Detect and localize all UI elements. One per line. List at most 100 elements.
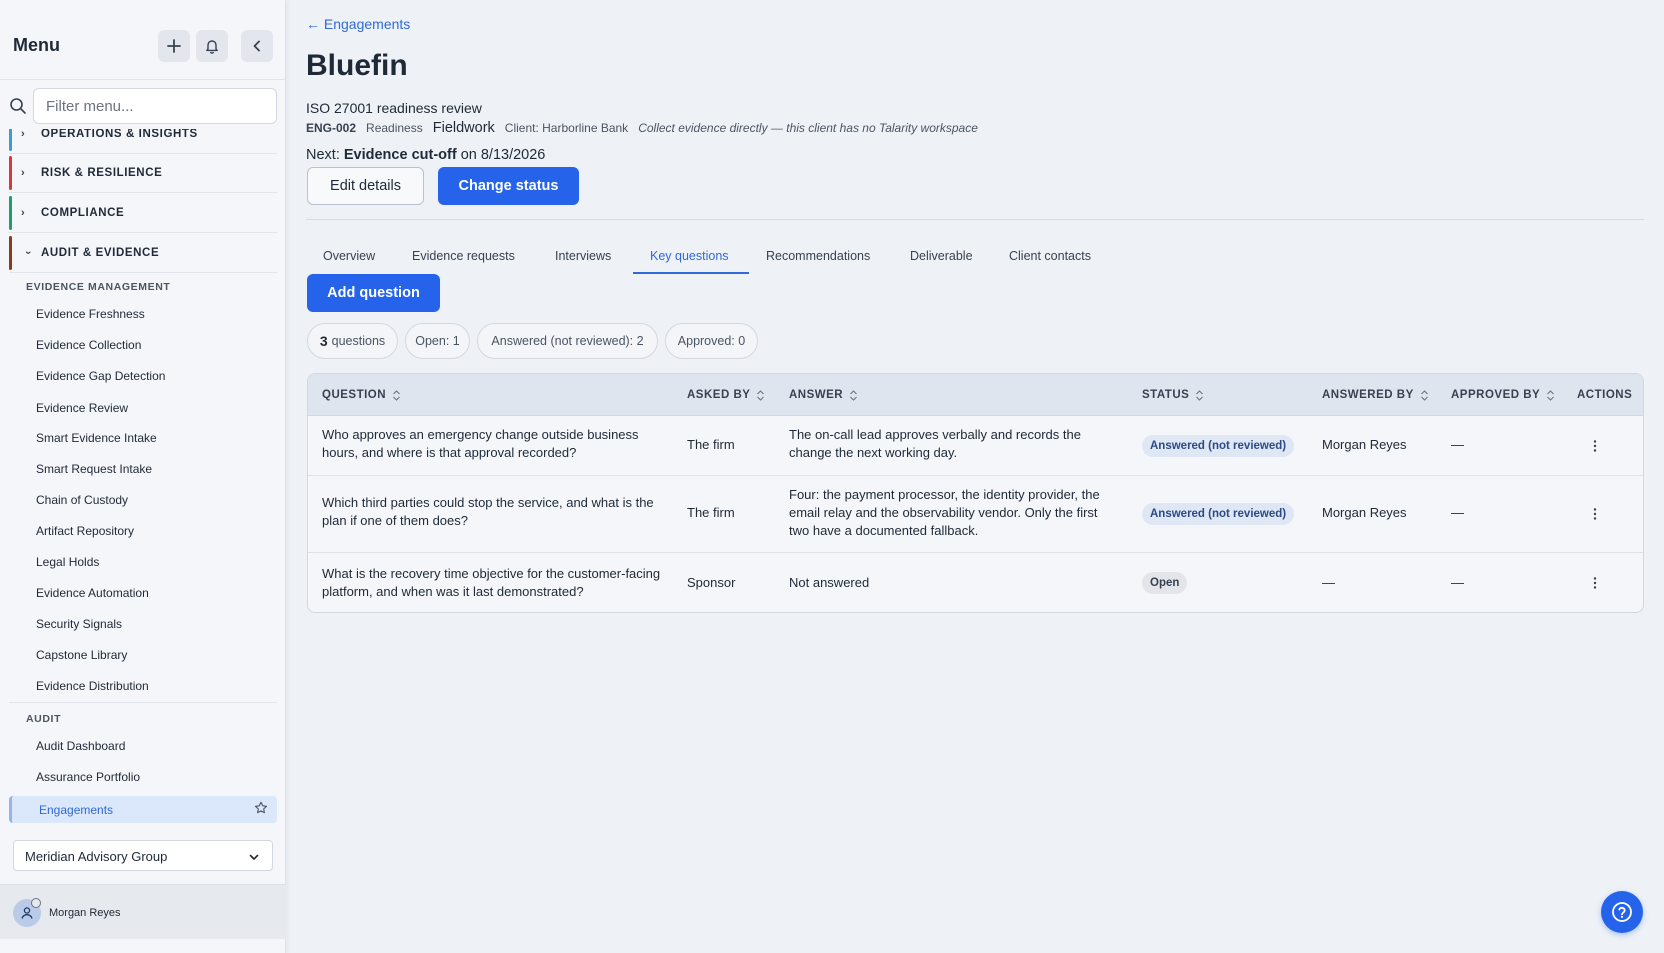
open-count-chip[interactable]: Open: 1 [405, 323, 470, 359]
section-label: AUDIT & EVIDENCE [41, 247, 160, 259]
kebab-icon[interactable] [1588, 507, 1602, 521]
nav-item-evidence-freshness[interactable]: Evidence Freshness [36, 307, 145, 321]
column-question[interactable]: QUESTION [322, 389, 401, 401]
edit-details-button[interactable]: Edit details [307, 167, 424, 205]
answered-count-chip[interactable]: Answered (not reviewed): 2 [477, 323, 658, 359]
answer-text: The on-call lead approves verbally and r… [789, 427, 1081, 460]
tab-interviews[interactable]: Interviews [555, 249, 611, 263]
answered-by: Morgan Reyes [1322, 505, 1407, 520]
table-row: Who approves an emergency change outside… [308, 416, 1643, 476]
nav-item-engagements[interactable]: Engagements [9, 796, 277, 823]
chevron-down-icon [249, 854, 259, 860]
next-milestone-event: Evidence cut-off [343, 147, 457, 163]
nav-item-evidence-review[interactable]: Evidence Review [36, 401, 128, 415]
question-text: Who approves an emergency change outside… [322, 427, 639, 460]
collapse-sidebar-button[interactable] [241, 30, 273, 62]
engagement-note: Collect evidence directly — this client … [638, 121, 978, 135]
back-to-engagements-link[interactable]: ← Engagements [306, 16, 410, 32]
column-status[interactable]: STATUS [1142, 389, 1204, 401]
nav-item-evidence-distribution[interactable]: Evidence Distribution [36, 679, 149, 693]
engagement-code: ENG-002 [306, 121, 357, 135]
nav-item-smart-evidence-intake[interactable]: Smart Evidence Intake [36, 431, 157, 445]
sort-icon [757, 389, 765, 401]
question-count-chip: 3 questions [307, 323, 398, 359]
nav-item-artifact-repository[interactable]: Artifact Repository [36, 524, 134, 538]
column-asked-by[interactable]: ASKED BY [687, 389, 765, 401]
user-footer[interactable]: Morgan Reyes [0, 884, 286, 939]
nav-item-audit-dashboard[interactable]: Audit Dashboard [36, 739, 125, 753]
section-risk-resilience[interactable]: › RISK & RESILIENCE [9, 154, 277, 193]
divider [306, 219, 1644, 220]
sidebar: Menu › OPERATIONS & INSIGHTS › RISK & RE… [0, 0, 286, 953]
table-row: Which third parties could stop the servi… [308, 476, 1643, 553]
sort-icon [850, 389, 858, 401]
section-compliance[interactable]: › COMPLIANCE [9, 194, 277, 233]
nav-item-security-signals[interactable]: Security Signals [36, 617, 122, 631]
column-answer[interactable]: ANSWER [789, 389, 858, 401]
add-button[interactable] [158, 30, 190, 62]
section-label: RISK & RESILIENCE [41, 167, 163, 179]
status-badge: Answered (not reviewed) [1142, 435, 1295, 457]
engagement-client: Client: Harborline Bank [504, 121, 629, 135]
star-icon[interactable] [254, 801, 268, 815]
chevron-down-icon: › [22, 250, 34, 256]
nav-item-evidence-automation[interactable]: Evidence Automation [36, 586, 149, 600]
tab-overview[interactable]: Overview [323, 249, 375, 263]
sidebar-header: Menu [0, 0, 286, 80]
kebab-icon[interactable] [1588, 439, 1602, 453]
approved-by: — [1451, 437, 1464, 452]
section-label: COMPLIANCE [41, 207, 125, 219]
tab-client-contacts[interactable]: Client contacts [1009, 249, 1091, 263]
column-approved-by[interactable]: APPROVED BY [1451, 389, 1555, 401]
tab-key-questions[interactable]: Key questions [650, 249, 729, 263]
section-operations-insights[interactable]: › OPERATIONS & INSIGHTS [9, 129, 277, 154]
main-content: ← Engagements Bluefin ISO 27001 readines… [287, 0, 1664, 953]
nav-item-assurance-portfolio[interactable]: Assurance Portfolio [36, 770, 140, 784]
column-answered-by[interactable]: ANSWERED BY [1322, 389, 1429, 401]
chevron-left-icon [253, 40, 260, 52]
key-questions-table: QUESTION ASKED BY ANSWER STATUS ANSWERED… [307, 373, 1644, 613]
organization-name: Meridian Advisory Group [25, 849, 168, 864]
notifications-button[interactable] [196, 30, 228, 62]
chevron-right-icon: › [21, 207, 26, 219]
kebab-icon[interactable] [1588, 576, 1602, 590]
help-button[interactable] [1601, 891, 1643, 933]
status-badge: Open [1142, 572, 1188, 594]
help-icon [1612, 902, 1632, 922]
sidebar-nav: › OPERATIONS & INSIGHTS › RISK & RESILIE… [0, 129, 286, 826]
nav-item-label: Engagements [39, 803, 114, 817]
tab-evidence-requests[interactable]: Evidence requests [412, 249, 515, 263]
nav-item-smart-request-intake[interactable]: Smart Request Intake [36, 462, 152, 476]
sort-icon [1196, 389, 1204, 401]
sidebar-title: Menu [13, 35, 60, 55]
approved-by: — [1451, 505, 1464, 520]
sort-icon [1420, 389, 1428, 401]
bell-icon [206, 40, 218, 54]
tab-deliverable[interactable]: Deliverable [910, 249, 973, 263]
tab-recommendations[interactable]: Recommendations [766, 249, 870, 263]
nav-item-evidence-gap-detection[interactable]: Evidence Gap Detection [36, 369, 165, 383]
organization-select[interactable]: Meridian Advisory Group [13, 840, 273, 871]
nav-item-chain-of-custody[interactable]: Chain of Custody [36, 493, 128, 507]
plus-icon [167, 39, 181, 53]
status-badge: Answered (not reviewed) [1142, 503, 1295, 525]
change-status-button[interactable]: Change status [438, 167, 579, 205]
section-audit-evidence[interactable]: › AUDIT & EVIDENCE [9, 234, 277, 273]
nav-item-legal-holds[interactable]: Legal Holds [36, 555, 99, 569]
approved-by: — [1451, 575, 1464, 590]
group-label-audit: AUDIT [26, 713, 62, 725]
add-question-button[interactable]: Add question [307, 274, 440, 312]
answered-by: Morgan Reyes [1322, 437, 1407, 452]
answer-text: Not answered [789, 575, 870, 590]
filter-menu-input[interactable] [33, 88, 277, 124]
asked-by: Sponsor [687, 575, 736, 590]
engagement-type: Readiness [366, 121, 423, 135]
column-actions: ACTIONS [1577, 389, 1633, 401]
question-text: Which third parties could stop the servi… [322, 495, 654, 528]
page-title: Bluefin [306, 49, 408, 82]
nav-item-capstone-library[interactable]: Capstone Library [36, 648, 127, 662]
approved-count-chip[interactable]: Approved: 0 [665, 323, 758, 359]
table-header: QUESTION ASKED BY ANSWER STATUS ANSWERED… [308, 374, 1643, 416]
user-name: Morgan Reyes [49, 907, 121, 919]
nav-item-evidence-collection[interactable]: Evidence Collection [36, 338, 141, 352]
